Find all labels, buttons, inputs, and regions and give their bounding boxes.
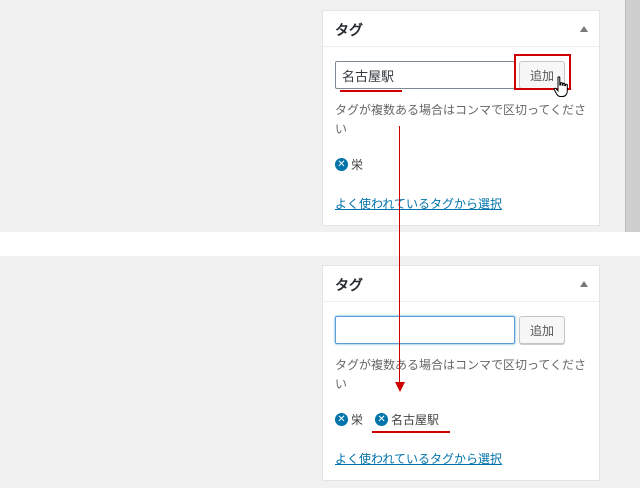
highlight-underline <box>372 431 450 433</box>
tag-input[interactable] <box>335 61 515 89</box>
after-section: タグ 追加 タグが複数ある場合はコンマで区切ってください ✕ 栄 ✕ 名古屋駅 … <box>0 256 640 488</box>
tag-chip: ✕ 栄 <box>335 156 363 173</box>
help-text: タグが複数ある場合はコンマで区切ってください <box>335 103 587 136</box>
arrow-down-icon <box>395 382 405 392</box>
remove-tag-icon[interactable]: ✕ <box>335 157 348 171</box>
scrollbar[interactable] <box>625 0 640 232</box>
add-tag-button[interactable]: 追加 <box>519 316 565 344</box>
popular-tags-link[interactable]: よく使われているタグから選択 <box>335 195 502 212</box>
triangle-up-icon[interactable] <box>580 26 588 32</box>
tag-input[interactable] <box>335 316 515 344</box>
help-text: タグが複数ある場合はコンマで区切ってください <box>335 358 587 391</box>
triangle-up-icon[interactable] <box>580 281 588 287</box>
panel-header[interactable]: タグ <box>323 266 599 302</box>
tags-panel: タグ 追加 タグが複数ある場合はコンマで区切ってください ✕ 栄 よく使われてい… <box>322 10 600 226</box>
popular-tags-link[interactable]: よく使われているタグから選択 <box>335 450 502 467</box>
tags-panel: タグ 追加 タグが複数ある場合はコンマで区切ってください ✕ 栄 ✕ 名古屋駅 … <box>322 265 600 481</box>
panel-title: タグ <box>335 278 363 294</box>
remove-tag-icon[interactable]: ✕ <box>375 412 389 426</box>
arrow-line <box>399 126 400 382</box>
highlight-underline <box>340 90 402 92</box>
tag-label: 名古屋駅 <box>391 412 440 427</box>
tag-chip: ✕ 栄 <box>335 411 363 428</box>
panel-title: タグ <box>335 23 363 39</box>
tag-list: ✕ 栄 <box>335 154 375 174</box>
tag-chip: ✕ 名古屋駅 <box>375 411 439 428</box>
panel-header[interactable]: タグ <box>323 11 599 47</box>
hand-pointer-icon <box>553 76 568 97</box>
divider-band <box>0 232 640 256</box>
tag-label: 栄 <box>351 412 364 427</box>
tag-label: 栄 <box>351 157 364 172</box>
remove-tag-icon[interactable]: ✕ <box>335 412 348 426</box>
before-section: タグ 追加 タグが複数ある場合はコンマで区切ってください ✕ 栄 よく使われてい… <box>0 0 640 232</box>
tag-list: ✕ 栄 ✕ 名古屋駅 <box>335 409 451 429</box>
